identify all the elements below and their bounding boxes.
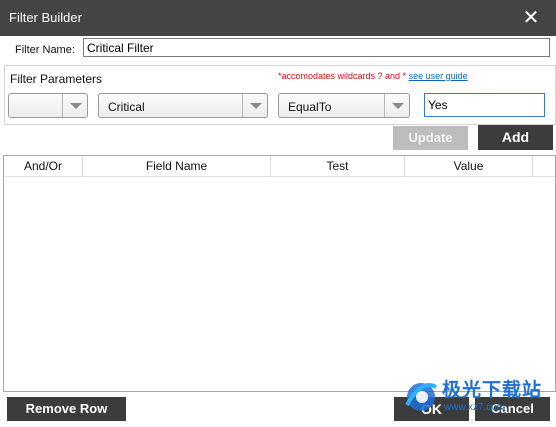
filter-name-input[interactable] bbox=[83, 38, 550, 57]
user-guide-link[interactable]: see user guide bbox=[409, 71, 468, 81]
remove-row-button[interactable]: Remove Row bbox=[7, 397, 126, 421]
column-header-value[interactable]: Value bbox=[405, 156, 533, 177]
column-header-field-name[interactable]: Field Name bbox=[83, 156, 271, 177]
wildcard-note: *accomodates wildcards ? and * see user … bbox=[278, 71, 468, 81]
filter-name-row: Filter Name: bbox=[8, 38, 550, 60]
cancel-button[interactable]: Cancel bbox=[475, 397, 550, 421]
filter-grid[interactable]: And/Or Field Name Test Value bbox=[3, 155, 556, 392]
test-value: EqualTo bbox=[288, 100, 332, 114]
field-name-dropdown[interactable]: Critical bbox=[98, 93, 268, 118]
field-name-value: Critical bbox=[108, 100, 145, 114]
filter-name-label: Filter Name: bbox=[15, 44, 75, 56]
update-button[interactable]: Update bbox=[393, 126, 468, 150]
ok-button[interactable]: OK bbox=[394, 397, 469, 421]
filter-parameters-label: Filter Parameters bbox=[10, 72, 103, 86]
column-header-test[interactable]: Test bbox=[271, 156, 405, 177]
window-title: Filter Builder bbox=[9, 10, 82, 25]
close-icon[interactable]: ✕ bbox=[520, 7, 542, 29]
value-input[interactable] bbox=[424, 93, 545, 117]
chevron-down-icon bbox=[62, 94, 87, 117]
add-button[interactable]: Add bbox=[478, 125, 553, 150]
chevron-down-icon bbox=[384, 94, 409, 117]
column-header-and-or[interactable]: And/Or bbox=[4, 156, 83, 177]
title-bar: Filter Builder ✕ bbox=[0, 0, 556, 36]
wildcard-note-text: *accomodates wildcards ? and * bbox=[278, 71, 409, 81]
grid-header: And/Or Field Name Test Value bbox=[4, 156, 555, 177]
and-or-dropdown[interactable] bbox=[8, 93, 88, 118]
test-dropdown[interactable]: EqualTo bbox=[278, 93, 410, 118]
chevron-down-icon bbox=[242, 94, 267, 117]
